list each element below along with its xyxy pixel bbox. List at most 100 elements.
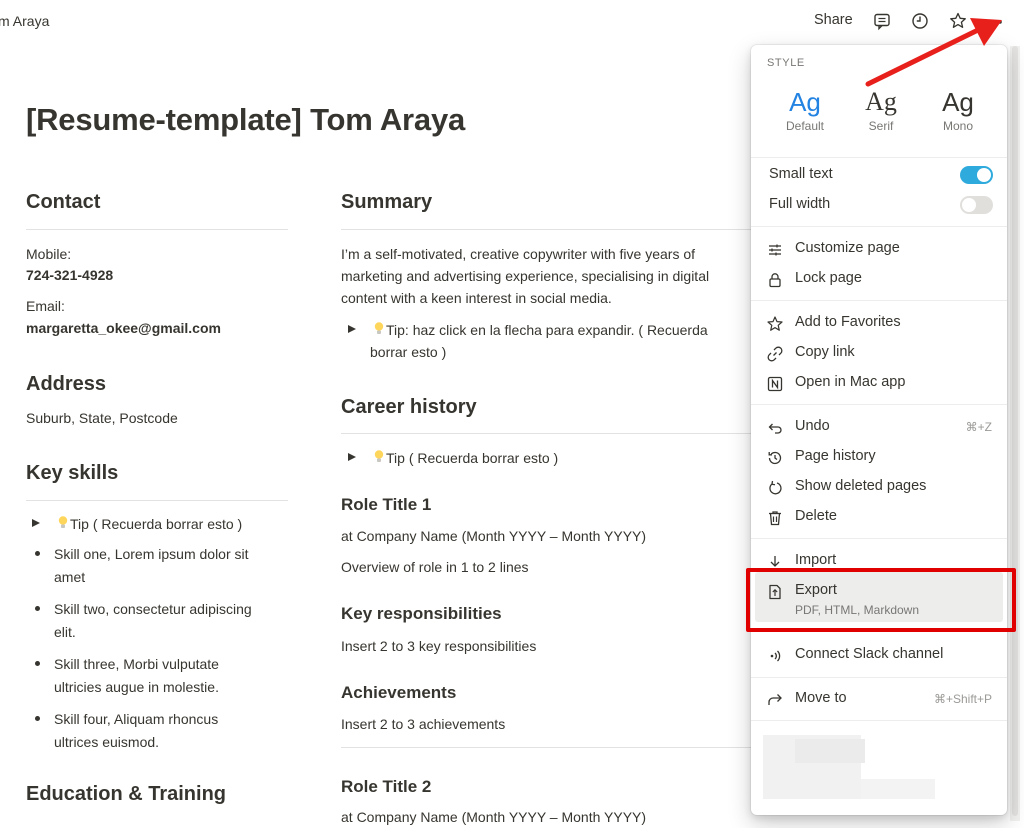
open-in-mac-app-item[interactable]: Open in Mac app [751,368,1007,398]
divider [26,229,288,230]
customize-page-item[interactable]: Customize page [751,234,1007,264]
show-deleted-pages-item[interactable]: Show deleted pages [751,472,1007,502]
annotation-arrow-icon [865,18,1002,87]
link-icon [767,346,783,362]
summary-tip: borrar esto ) [370,344,447,360]
contact-heading: Contact [26,191,101,213]
style-glyph: Ag [789,87,821,117]
address-heading: Address [26,373,107,395]
full-width-toggle-row[interactable]: Full width [751,190,1007,220]
trash-icon [769,511,781,526]
style-option-mono[interactable]: Ag Mono [928,87,988,133]
role-title: Role Title 2 [341,777,432,796]
small-text-toggle[interactable] [960,166,993,184]
undo-label: Undo [795,418,830,434]
full-width-toggle[interactable] [960,196,993,214]
lock-page-item[interactable]: Lock page [751,264,1007,294]
divider [341,747,751,748]
education-heading: Education & Training [26,783,227,805]
skill-line: Skill one, Lorem ipsum dolor sit [54,546,249,562]
style-option-default[interactable]: Ag Default [775,87,835,133]
sliders-icon [769,244,781,256]
summary-line: content with a keen interest in social m… [341,290,612,306]
full-width-label: Full width [769,196,831,212]
move-to-item[interactable]: Move to ⌘+Shift+P [751,684,1007,714]
skill-line: amet [54,569,86,585]
small-text-toggle-row[interactable]: Small text [751,160,1007,190]
email-label: Email: [26,298,65,314]
move-arrow-icon [768,694,782,705]
lock-icon [769,273,781,288]
skills-heading: Key skills [26,462,119,484]
undo-icon [768,423,782,434]
skill-line: Skill three, Morbi vulputate [54,656,219,672]
connect-slack-label: Connect Slack channel [795,646,944,662]
lightbulb-icon [374,322,384,334]
skills-tip: Tip ( Recuerda borrar esto ) [70,516,243,532]
lightbulb-icon [58,516,68,528]
divider [341,229,751,230]
add-to-favorites-label: Add to Favorites [795,314,901,330]
copy-link-item[interactable]: Copy link [751,338,1007,368]
style-label: Default [785,119,825,133]
breadcrumb[interactable]: m Araya [0,13,49,29]
toggle-arrow-icon[interactable] [348,453,356,461]
role-company: at Company Name (Month YYYY – Month YYYY… [341,528,647,544]
move-to-label: Move to [795,690,847,706]
scrollbar-thumb[interactable] [1012,46,1018,816]
connect-slack-item[interactable]: Connect Slack channel [751,640,1007,670]
summary-tip: Tip: haz click en la flecha para expandi… [386,322,708,338]
skill-line: Skill two, consectetur adipiscing [54,601,252,617]
undo-item[interactable]: Undo ⌘+Z [751,412,1007,442]
bullet-icon [35,551,40,556]
menu-divider [751,157,1007,158]
page-options-menu: STYLE Ag Default Ag Serif Ag Mono Small … [751,45,1007,815]
menu-divider [751,404,1007,405]
toggle-knob [962,198,976,212]
role-company: at Company Name (Month YYYY – Month YYYY… [341,809,647,825]
open-in-mac-app-label: Open in Mac app [795,374,906,390]
page-history-item[interactable]: Page history [751,442,1007,472]
skill-line: ultricies augue in molestie. [54,679,219,695]
bullet-icon [35,716,40,721]
address-value: Suburb, State, Postcode [26,410,178,426]
responsibilities-heading: Key responsibilities [341,604,502,623]
style-option-serif[interactable]: Ag Serif [851,87,911,133]
share-button[interactable]: Share [814,12,853,28]
summary-line: I’m a self-motivated, creative copywrite… [341,246,696,262]
delete-item[interactable]: Delete [751,502,1007,532]
style-section-label: STYLE [767,57,805,69]
page-history-label: Page history [795,448,876,464]
menu-divider [751,538,1007,539]
history-icon [768,451,782,465]
role-overview: Overview of role in 1 to 2 lines [341,559,529,575]
summary-heading: Summary [341,191,433,213]
delete-label: Delete [795,508,837,524]
page-title: [Resume-template] Tom Araya [26,102,466,137]
blurred-footer-block [795,739,865,763]
summary-line: marketing and advertising experience, sp… [341,268,710,284]
notion-app-icon [767,376,783,392]
divider [341,433,751,434]
lock-page-label: Lock page [795,270,862,286]
style-label: Mono [942,119,974,133]
star-icon [767,316,783,331]
show-deleted-pages-label: Show deleted pages [795,478,927,494]
skill-line: Skill four, Aliquam rhoncus [54,711,219,727]
skill-line: elit. [54,624,76,640]
undo-shortcut: ⌘+Z [965,420,992,434]
divider [26,500,288,501]
toggle-arrow-icon[interactable] [32,519,40,527]
email-value: margaretta_okee@gmail.com [26,320,221,336]
menu-divider [751,720,1007,721]
menu-divider [751,226,1007,227]
career-tip: Tip ( Recuerda borrar esto ) [386,450,559,466]
add-to-favorites-item[interactable]: Add to Favorites [751,308,1007,338]
toggle-arrow-icon[interactable] [348,325,356,333]
lightbulb-icon [374,450,384,462]
small-text-label: Small text [769,166,833,182]
role-title: Role Title 1 [341,495,432,514]
achievements-heading: Achievements [341,683,457,702]
copy-link-label: Copy link [795,344,855,360]
bullet-icon [35,661,40,666]
